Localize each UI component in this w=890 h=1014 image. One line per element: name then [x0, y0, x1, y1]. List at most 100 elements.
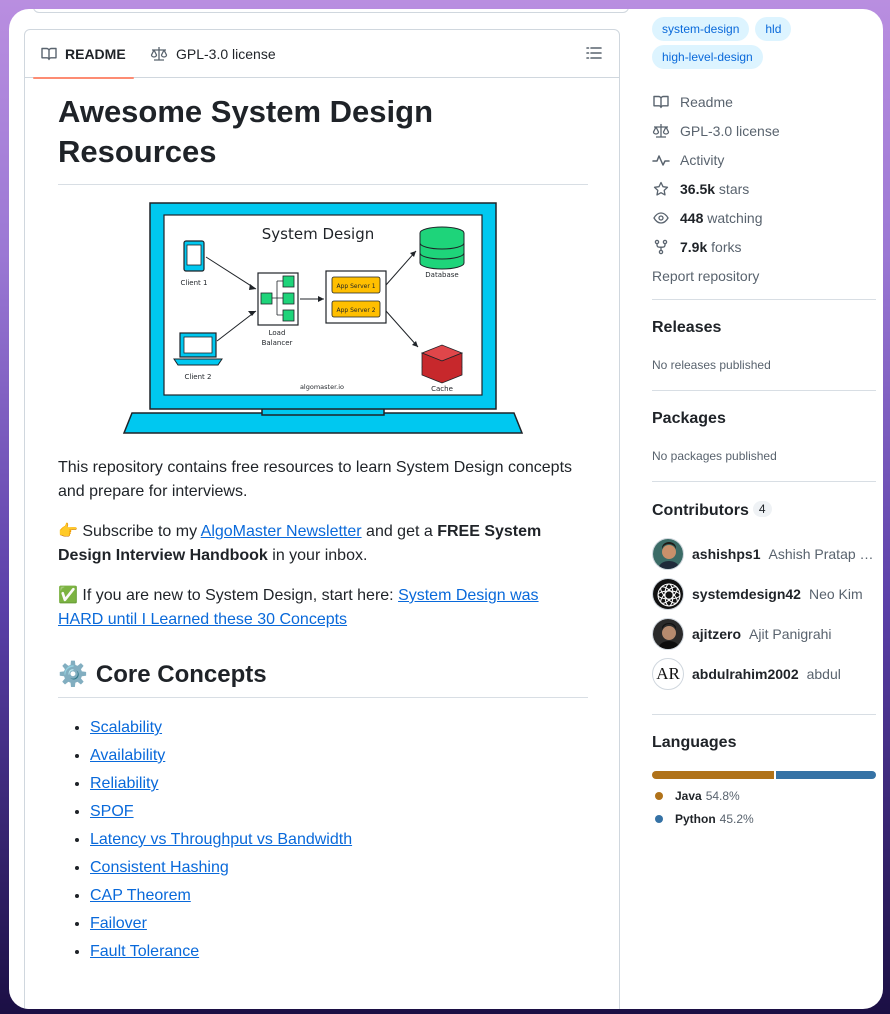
forks-link[interactable]: 7.9k forks — [652, 232, 876, 261]
outline-list-icon[interactable] — [585, 44, 603, 62]
language-name: Python — [675, 812, 716, 826]
topic-tag[interactable]: high-level-design — [652, 45, 763, 69]
book-icon — [41, 47, 57, 61]
subscribe-pre: Subscribe to my — [77, 523, 201, 540]
releases-note: No releases published — [652, 358, 771, 372]
license-link[interactable]: GPL-3.0 license — [652, 116, 876, 145]
topics-row-2: high-level-design — [652, 45, 763, 69]
contributor-login: ashishps1 — [692, 546, 761, 562]
contributor-name: Neo Kim — [808, 586, 863, 602]
readme-tabs: README GPL-3.0 license — [25, 30, 619, 79]
readme-panel: README GPL-3.0 license Awesome System De… — [24, 29, 620, 1009]
fork-icon — [652, 239, 670, 255]
concept-link-cap-theorem[interactable]: CAP Theorem — [90, 887, 191, 904]
eye-icon — [652, 210, 670, 226]
stars-text: 36.5k stars — [680, 181, 749, 197]
diagram-lb-line1: Load — [269, 329, 286, 337]
topic-tag[interactable]: system-design — [652, 17, 750, 41]
list-item: CAP Theorem — [90, 882, 588, 910]
watching-count: 448 — [680, 209, 704, 226]
list-item: SPOF — [90, 798, 588, 826]
law-scale-icon — [652, 123, 670, 139]
list-item: Consistent Hashing — [90, 854, 588, 882]
concept-link-scalability[interactable]: Scalability — [90, 719, 162, 736]
tab-readme[interactable]: README — [33, 30, 134, 79]
list-item: Scalability — [90, 714, 588, 742]
list-item: Reliability — [90, 770, 588, 798]
watchers-link[interactable]: 448 watching — [652, 203, 876, 232]
core-concepts-heading: ⚙️ Core Concepts — [58, 660, 588, 698]
concept-link-availability[interactable]: Availability — [90, 747, 165, 764]
list-item: Fault Tolerance — [90, 938, 588, 966]
language-name: Java — [675, 789, 702, 803]
avatar — [652, 618, 684, 650]
pointing-hand-emoji: 👉 — [58, 523, 78, 540]
concept-link-reliability[interactable]: Reliability — [90, 775, 158, 792]
language-percent: 45.2% — [719, 812, 754, 826]
language-item-java[interactable]: Java 54.8% — [655, 789, 740, 803]
list-item: Failover — [90, 910, 588, 938]
diagram-heading: System Design — [262, 225, 375, 243]
diagram-client1: Client 1 — [181, 279, 208, 287]
contributor-item[interactable]: systemdesign42 Neo Kim — [652, 578, 876, 610]
contributor-item[interactable]: AR abdulrahim2002 abdul — [652, 658, 876, 690]
stars-count: 36.5k — [680, 180, 716, 197]
topics-row-1: system-design hld — [652, 17, 792, 41]
diagram-database: Database — [425, 271, 458, 279]
language-segment-python — [775, 771, 876, 779]
browser-frame: README GPL-3.0 license Awesome System De… — [9, 9, 883, 1009]
contributor-name: Ajit Panigrahi — [749, 626, 832, 642]
readme-content: Awesome System Design Resources System D… — [58, 92, 588, 966]
license-link-label: GPL-3.0 license — [680, 122, 780, 139]
list-item: Latency vs Throughput vs Bandwidth — [90, 826, 588, 854]
divider — [652, 714, 876, 715]
star-icon — [652, 181, 670, 197]
contributors-title: Contributors — [652, 502, 749, 519]
topic-tag[interactable]: hld — [755, 17, 792, 41]
watching-text: 448 watching — [680, 210, 763, 226]
diagram-site: algomaster.io — [300, 383, 344, 391]
divider — [652, 390, 876, 391]
report-repository-link[interactable]: Report repository — [652, 261, 876, 290]
concept-link-spof[interactable]: SPOF — [90, 803, 134, 820]
contributor-item[interactable]: ashishps1 Ashish Pratap … — [652, 538, 876, 570]
start-here-text: ✅ If you are new to System Design, start… — [58, 584, 588, 632]
intro-text: This repository contains free resources … — [58, 459, 573, 500]
languages-heading: Languages — [652, 734, 737, 751]
packages-heading[interactable]: Packages — [652, 410, 726, 428]
list-item: Availability — [90, 742, 588, 770]
book-icon — [652, 94, 670, 110]
pulse-icon — [652, 152, 670, 168]
subscribe-post: in your inbox. — [267, 547, 368, 564]
concept-link-consistent-hashing[interactable]: Consistent Hashing — [90, 859, 229, 876]
readme-link-label: Readme — [680, 93, 733, 110]
tab-license[interactable]: GPL-3.0 license — [150, 30, 276, 78]
concept-link-failover[interactable]: Failover — [90, 915, 147, 932]
language-text: Python 45.2% — [675, 812, 754, 826]
diagram-lb-line2: Balancer — [262, 339, 293, 347]
concept-link-latency[interactable]: Latency vs Throughput vs Bandwidth — [90, 831, 352, 848]
subscribe-text: 👉 Subscribe to my AlgoMaster Newsletter … — [58, 520, 588, 568]
check-mark-emoji: ✅ — [58, 587, 78, 604]
activity-link-label: Activity — [680, 151, 725, 168]
language-color-dot — [655, 792, 663, 800]
forks-label: forks — [707, 238, 742, 255]
releases-heading[interactable]: Releases — [652, 319, 721, 337]
contributors-heading[interactable]: Contributors 4 — [652, 501, 772, 520]
activity-link[interactable]: Activity — [652, 145, 876, 174]
avatar: AR — [652, 658, 684, 690]
start-here-pre: If you are new to System Design, start h… — [77, 587, 399, 604]
newsletter-link[interactable]: AlgoMaster Newsletter — [201, 523, 362, 540]
concept-link-fault-tolerance[interactable]: Fault Tolerance — [90, 943, 199, 960]
forks-text: 7.9k forks — [680, 239, 741, 255]
concepts-list: Scalability Availability Reliability SPO… — [58, 714, 588, 966]
languages-bar — [652, 771, 876, 779]
divider — [652, 299, 876, 300]
stars-link[interactable]: 36.5k stars — [652, 174, 876, 203]
avatar-initials: AR — [656, 664, 680, 683]
law-scale-icon — [150, 47, 168, 61]
contributor-item[interactable]: ajitzero Ajit Panigrahi — [652, 618, 876, 650]
readme-link[interactable]: Readme — [652, 87, 876, 116]
language-item-python[interactable]: Python 45.2% — [655, 812, 754, 826]
contributor-name: Ashish Pratap … — [768, 546, 874, 562]
